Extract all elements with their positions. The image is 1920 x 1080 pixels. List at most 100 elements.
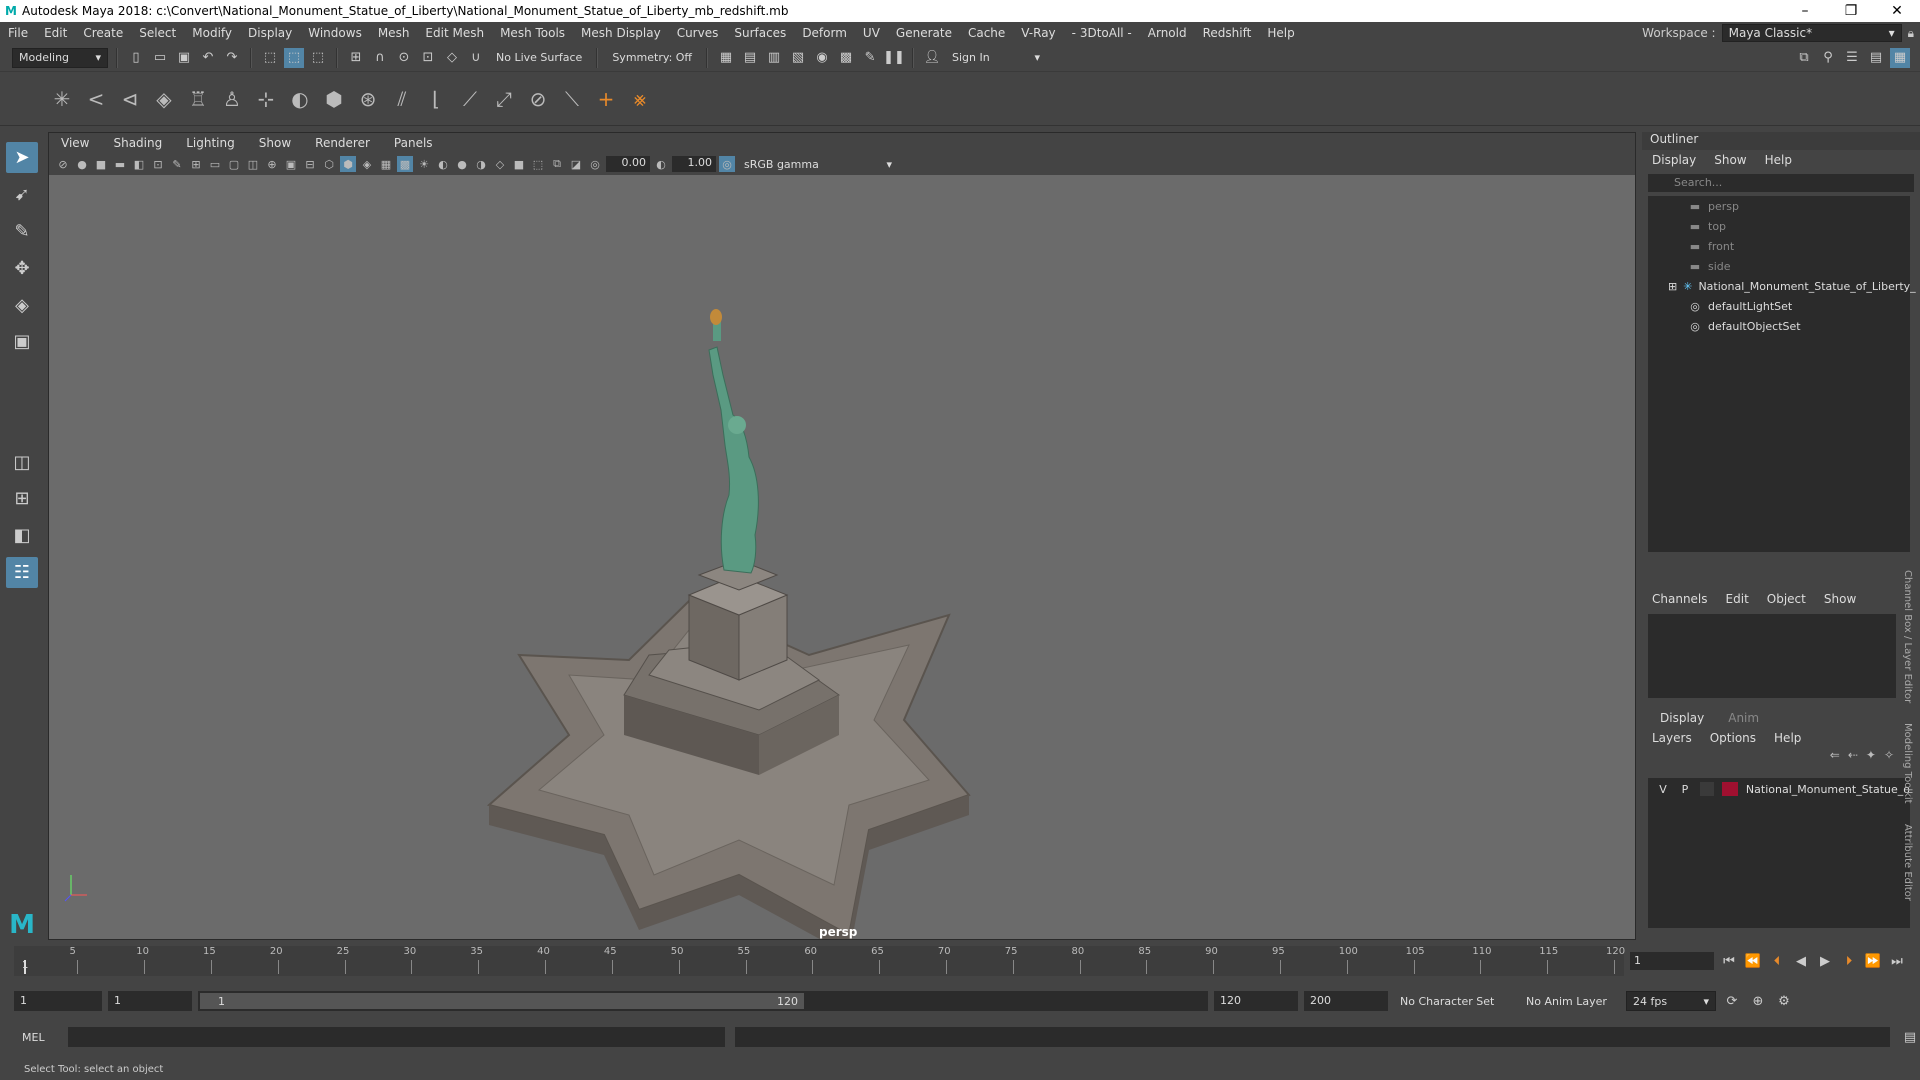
film-gate-icon[interactable]: ▭ bbox=[207, 156, 223, 172]
maximize-button[interactable]: ❐ bbox=[1828, 3, 1874, 19]
tab-display[interactable]: Display bbox=[1648, 708, 1716, 728]
ipr-render-icon[interactable]: ▥ bbox=[764, 48, 784, 68]
open-scene-icon[interactable]: ▭ bbox=[150, 48, 170, 68]
rotate-tool-icon[interactable]: ◈ bbox=[6, 290, 38, 321]
camera-select-icon[interactable]: ⊘ bbox=[55, 156, 71, 172]
viewport-canvas[interactable]: persp bbox=[49, 175, 1635, 939]
move-layer-up-icon[interactable]: ⇐ bbox=[1830, 748, 1840, 762]
snap-view-icon[interactable]: ⊡ bbox=[418, 48, 438, 68]
aim-constraint-icon[interactable]: ⊘ bbox=[524, 85, 552, 113]
snap-grid-icon[interactable]: ⊞ bbox=[346, 48, 366, 68]
anti-aliasing-icon[interactable]: ◑ bbox=[473, 156, 489, 172]
create-cluster-icon[interactable]: ⊹ bbox=[252, 85, 280, 113]
live-surface-field[interactable]: No Live Surface bbox=[490, 51, 588, 64]
step-forward-frame-icon[interactable]: ⏵ bbox=[1840, 954, 1858, 969]
orient-constraint-icon[interactable]: ⟋ bbox=[456, 85, 484, 113]
render-view-icon[interactable]: ▦ bbox=[716, 48, 736, 68]
expand-icon[interactable]: ⊞ bbox=[1668, 280, 1677, 293]
point-constraint-icon[interactable]: ⌊ bbox=[422, 85, 450, 113]
create-wrap-icon[interactable]: ⬢ bbox=[320, 85, 348, 113]
layer-menu-options[interactable]: Options bbox=[1710, 731, 1756, 745]
menu-help[interactable]: Help bbox=[1259, 26, 1302, 40]
range-slider[interactable]: 1 120 bbox=[198, 991, 1208, 1011]
select-tool-icon[interactable]: ➤ bbox=[6, 142, 38, 173]
close-button[interactable]: ✕ bbox=[1874, 3, 1920, 19]
range-slider-handle[interactable]: 1 120 bbox=[200, 993, 804, 1009]
new-scene-icon[interactable]: ▯ bbox=[126, 48, 146, 68]
animation-start-field[interactable]: 1 bbox=[14, 991, 102, 1011]
menu-arnold[interactable]: Arnold bbox=[1140, 26, 1195, 40]
anim-layer-dropdown[interactable]: No Anim Layer bbox=[1520, 995, 1620, 1008]
menu-edit-mesh[interactable]: Edit Mesh bbox=[417, 26, 492, 40]
scale-constraint-icon[interactable]: ⤢ bbox=[490, 85, 518, 113]
go-to-end-icon[interactable]: ⏭ bbox=[1888, 954, 1906, 969]
bind-skin-icon[interactable]: ◈ bbox=[150, 85, 178, 113]
pause-icon[interactable]: ❚❚ bbox=[883, 48, 905, 68]
joint-tool-icon[interactable]: ✳ bbox=[48, 85, 76, 113]
select-hierarchy-icon[interactable]: ⬚ bbox=[260, 48, 280, 68]
menu-redshift[interactable]: Redshift bbox=[1195, 26, 1260, 40]
layer-visibility-toggle[interactable]: V bbox=[1656, 783, 1670, 796]
menu-file[interactable]: File bbox=[0, 26, 36, 40]
depth-of-field-icon[interactable]: ◇ bbox=[492, 156, 508, 172]
camera-lock-icon[interactable]: ● bbox=[74, 156, 90, 172]
smooth-shade-icon[interactable]: ⬢ bbox=[340, 156, 356, 172]
menu-mesh-tools[interactable]: Mesh Tools bbox=[492, 26, 573, 40]
menu-deform[interactable]: Deform bbox=[794, 26, 855, 40]
camera-attributes-icon[interactable]: ■ bbox=[93, 156, 109, 172]
command-language-label[interactable]: MEL bbox=[22, 1031, 58, 1044]
image-plane-icon[interactable]: ◧ bbox=[131, 156, 147, 172]
snap-magnet-icon[interactable]: ∪ bbox=[466, 48, 486, 68]
play-forwards-icon[interactable]: ▶ bbox=[1816, 954, 1834, 969]
bookmark-icon[interactable]: ▬ bbox=[112, 156, 128, 172]
workspace-dropdown[interactable]: Maya Classic* ▾ bbox=[1721, 24, 1902, 42]
symmetry-field[interactable]: Symmetry: Off bbox=[606, 51, 698, 64]
animation-preferences-icon[interactable]: ⚙ bbox=[1774, 991, 1794, 1011]
layer-color-swatch[interactable] bbox=[1721, 782, 1738, 796]
new-layer-selected-icon[interactable]: ✧ bbox=[1884, 748, 1894, 762]
create-lattice-icon[interactable]: ◐ bbox=[286, 85, 314, 113]
layer-type-toggle[interactable] bbox=[1699, 782, 1714, 796]
menu-create[interactable]: Create bbox=[75, 26, 131, 40]
outliner-item-statue-group[interactable]: ⊞ ✳ National_Monument_Statue_of_Liberty_ bbox=[1648, 276, 1916, 296]
menu-modify[interactable]: Modify bbox=[184, 26, 240, 40]
menu-set-dropdown[interactable]: Modeling ▾ bbox=[12, 47, 108, 68]
two-d-pan-icon[interactable]: ⊡ bbox=[150, 156, 166, 172]
redo-icon[interactable]: ↷ bbox=[222, 48, 242, 68]
hypershade-icon[interactable]: ◉ bbox=[812, 48, 832, 68]
grid-icon[interactable]: ⊞ bbox=[188, 156, 204, 172]
outliner-menu-help[interactable]: Help bbox=[1765, 153, 1792, 167]
layer-menu-help[interactable]: Help bbox=[1774, 731, 1801, 745]
pole-vector-icon[interactable]: ⟍ bbox=[558, 85, 586, 113]
menu-curves[interactable]: Curves bbox=[669, 26, 727, 40]
layer-row[interactable]: V P National_Monument_Statue_o bbox=[1648, 778, 1910, 800]
auto-key-icon[interactable]: ⊕ bbox=[1748, 991, 1768, 1011]
view-transform-dropdown[interactable]: sRGB gamma ▾ bbox=[738, 156, 898, 172]
menu-generate[interactable]: Generate bbox=[888, 26, 960, 40]
viewport-menu-view[interactable]: View bbox=[49, 136, 101, 150]
safe-title-icon[interactable]: ⊟ bbox=[302, 156, 318, 172]
outliner-search-input[interactable]: Search... bbox=[1648, 174, 1914, 192]
screen-space-ao-icon[interactable]: ◐ bbox=[435, 156, 451, 172]
outliner-item-front[interactable]: ▬ front bbox=[1648, 236, 1910, 256]
tab-attribute-editor[interactable]: Attribute Editor bbox=[1902, 824, 1913, 901]
viewport-menu-panels[interactable]: Panels bbox=[382, 136, 445, 150]
new-layer-icon[interactable]: ✦ bbox=[1866, 748, 1876, 762]
viewport-menu-show[interactable]: Show bbox=[247, 136, 303, 150]
snap-curve-icon[interactable]: ∩ bbox=[370, 48, 390, 68]
minimize-button[interactable]: – bbox=[1782, 3, 1828, 19]
locator-ik-icon[interactable]: ⨳ bbox=[626, 85, 654, 113]
current-frame-field[interactable]: 1 bbox=[1630, 952, 1714, 970]
modeling-toolkit-icon[interactable]: ⧉ bbox=[1794, 48, 1814, 68]
gamma-field[interactable]: 1.00 bbox=[672, 156, 716, 172]
step-forward-key-icon[interactable]: ⏩ bbox=[1864, 954, 1882, 969]
render-settings-icon[interactable]: ▧ bbox=[788, 48, 808, 68]
outliner-item-default-light-set[interactable]: ◎ defaultLightSet bbox=[1648, 296, 1910, 316]
outliner-item-persp[interactable]: ▬ persp bbox=[1648, 196, 1910, 216]
step-back-frame-icon[interactable]: ⏴ bbox=[1768, 954, 1786, 969]
paint-select-icon[interactable]: ✎ bbox=[6, 216, 38, 247]
tab-modeling-toolkit[interactable]: Modeling Toolkit bbox=[1902, 723, 1913, 804]
menu-mesh-display[interactable]: Mesh Display bbox=[573, 26, 669, 40]
gate-mask-icon[interactable]: ◫ bbox=[245, 156, 261, 172]
channel-box-menu-show[interactable]: Show bbox=[1824, 592, 1856, 606]
